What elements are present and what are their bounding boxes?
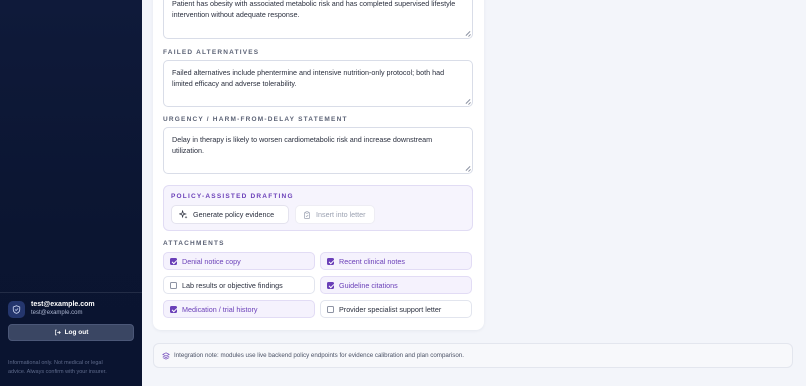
- sidebar: test@example.com test@example.com Log ou…: [0, 0, 142, 386]
- policy-drafting-panel: POLICY-ASSISTED DRAFTING Generate policy…: [163, 185, 473, 231]
- resize-handle[interactable]: [465, 166, 470, 171]
- attachment-label: Lab results or objective findings: [182, 280, 283, 290]
- checkbox[interactable]: [327, 257, 334, 265]
- shield-icon: [12, 304, 21, 314]
- attachment-medication-history[interactable]: Medication / trial history: [163, 300, 315, 318]
- urgency-text: Delay in therapy is likely to worsen car…: [172, 135, 433, 155]
- generate-policy-evidence-label: Generate policy evidence: [193, 210, 275, 219]
- clipboard-icon: [304, 210, 310, 219]
- generate-policy-evidence-button[interactable]: Generate policy evidence: [171, 205, 289, 224]
- resize-handle[interactable]: [465, 31, 470, 36]
- resize-handle[interactable]: [465, 99, 470, 104]
- integration-note-text: Integration note: modules use live backe…: [174, 352, 464, 359]
- clinical-summary-textarea[interactable]: Patient has obesity with associated meta…: [163, 0, 473, 39]
- checkbox[interactable]: [170, 281, 177, 289]
- urgency-textarea[interactable]: Delay in therapy is likely to worsen car…: [163, 127, 473, 174]
- layers-icon: [162, 351, 170, 360]
- attachment-label: Provider specialist support letter: [339, 304, 442, 314]
- clinical-summary-text: Patient has obesity with associated meta…: [172, 0, 456, 19]
- user-email: test@example.com: [31, 310, 83, 316]
- user-block: test@example.com test@example.com: [8, 300, 95, 318]
- attachment-label: Guideline citations: [339, 280, 398, 290]
- avatar: [8, 300, 25, 318]
- attachment-label: Recent clinical notes: [339, 256, 405, 266]
- checkbox[interactable]: [327, 281, 334, 289]
- attachment-specialist-letter[interactable]: Provider specialist support letter: [320, 300, 472, 318]
- failed-alternatives-text: Failed alternatives include phentermine …: [172, 68, 445, 88]
- checkbox[interactable]: [170, 257, 177, 265]
- urgency-label: URGENCY / HARM-FROM-DELAY STATEMENT: [163, 116, 348, 123]
- checkbox[interactable]: [327, 305, 334, 313]
- insert-into-letter-label: Insert into letter: [316, 210, 366, 219]
- logout-label: Log out: [64, 329, 89, 336]
- attachment-clinical-notes[interactable]: Recent clinical notes: [320, 252, 472, 270]
- sparkles-icon: [179, 210, 188, 219]
- logout-button[interactable]: Log out: [8, 324, 134, 341]
- attachment-lab-results[interactable]: Lab results or objective findings: [163, 276, 315, 294]
- user-name: test@example.com: [31, 301, 95, 308]
- failed-alternatives-label: FAILED ALTERNATIVES: [163, 49, 260, 56]
- failed-alternatives-textarea[interactable]: Failed alternatives include phentermine …: [163, 60, 473, 107]
- logout-icon: [54, 329, 61, 336]
- disclaimer-note: Informational only. Not medical or legal…: [8, 360, 107, 375]
- attachment-label: Denial notice copy: [182, 256, 241, 266]
- attachment-label: Medication / trial history: [182, 304, 258, 314]
- integration-note-bar: Integration note: modules use live backe…: [153, 343, 793, 368]
- attachment-denial-notice[interactable]: Denial notice copy: [163, 252, 315, 270]
- sidebar-divider: [0, 292, 142, 293]
- insert-into-letter-button[interactable]: Insert into letter: [295, 205, 375, 224]
- attachment-guideline-citations[interactable]: Guideline citations: [320, 276, 472, 294]
- policy-drafting-label: POLICY-ASSISTED DRAFTING: [171, 193, 294, 200]
- attachments-label: ATTACHMENTS: [163, 240, 225, 247]
- checkbox[interactable]: [170, 305, 177, 313]
